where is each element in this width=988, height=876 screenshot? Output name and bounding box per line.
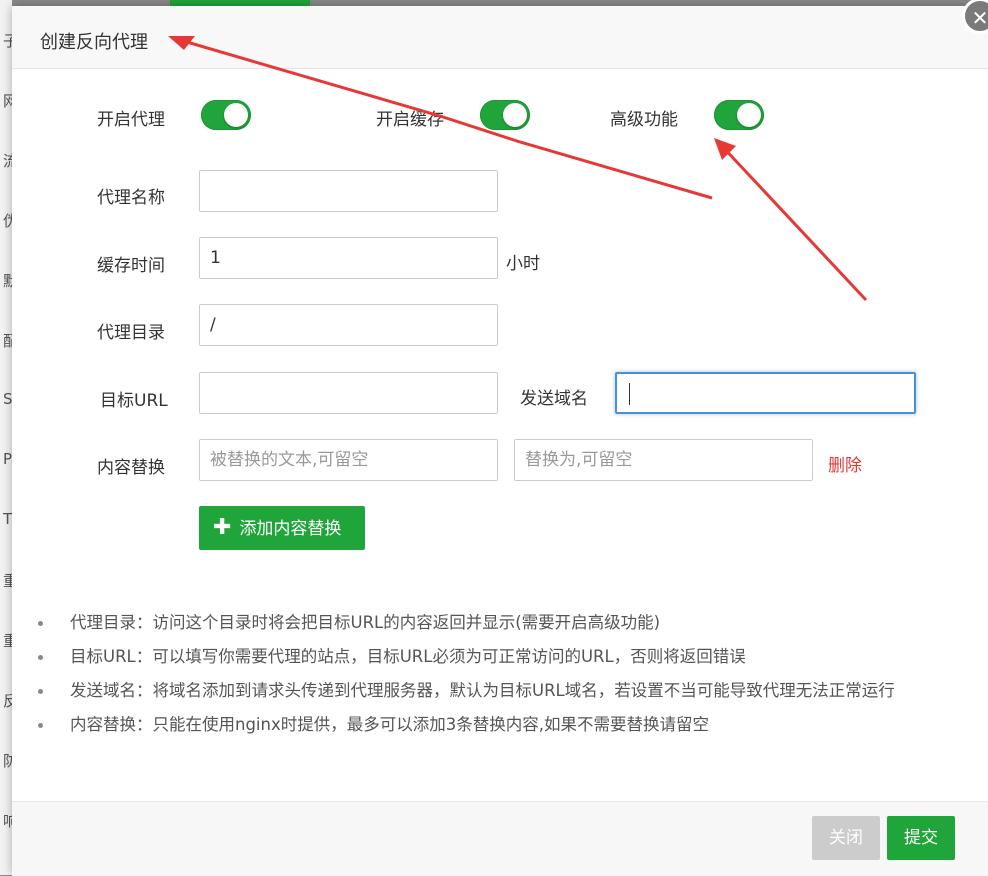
bg-char: P xyxy=(3,450,13,468)
plus-icon: ✚ xyxy=(213,515,232,540)
dialog-header: 创建反向代理 xyxy=(12,6,988,69)
text-caret xyxy=(629,383,630,405)
switch-knob xyxy=(503,103,527,127)
toggle-label-advanced: 高级功能 xyxy=(610,110,678,130)
cache-time-unit: 小时 xyxy=(506,254,540,274)
help-list: 代理目录：访问这个目录时将会把目标URL的内容返回并显示(需要开启高级功能) 目… xyxy=(34,606,964,742)
enable-proxy-switch[interactable] xyxy=(201,100,251,130)
replace-to-placeholder: 替换为,可留空 xyxy=(525,450,633,470)
proxy-dir-label: 代理目录 xyxy=(97,323,165,343)
help-item: 代理目录：访问这个目录时将会把目标URL的内容返回并显示(需要开启高级功能) xyxy=(34,606,964,640)
background-page-strip: 子 网 流 伪 默 配 S P T 重 重 反 防 响 xyxy=(0,0,18,875)
target-url-label: 目标URL xyxy=(100,391,168,411)
close-button[interactable]: 关闭 xyxy=(812,816,880,860)
advanced-feature-switch[interactable] xyxy=(714,100,764,130)
replace-to-input[interactable]: 替换为,可留空 xyxy=(514,439,813,481)
help-item: 目标URL：可以填写你需要代理的站点，目标URL必须为可正常访问的URL，否则将… xyxy=(34,640,964,674)
submit-button[interactable]: 提交 xyxy=(887,816,955,860)
proxy-name-input[interactable] xyxy=(199,170,498,212)
add-content-replace-button[interactable]: ✚ 添加内容替换 xyxy=(199,506,365,550)
send-domain-input[interactable] xyxy=(615,372,916,414)
help-item: 内容替换：只能在使用nginx时提供，最多可以添加3条替换内容,如果不需要替换请… xyxy=(34,708,964,742)
target-url-input[interactable] xyxy=(199,372,498,414)
cache-time-input[interactable]: 1 xyxy=(199,237,498,279)
send-domain-label: 发送域名 xyxy=(520,389,588,409)
dialog-footer: 关闭 提交 xyxy=(12,801,988,876)
dialog-title: 创建反向代理 xyxy=(40,32,148,53)
enable-cache-switch[interactable] xyxy=(480,100,530,130)
proxy-name-label: 代理名称 xyxy=(97,188,165,208)
cache-time-label: 缓存时间 xyxy=(97,256,165,276)
bg-char: T xyxy=(3,510,13,528)
switch-knob xyxy=(224,103,248,127)
create-reverse-proxy-dialog: 创建反向代理 ✕ 开启代理 开启缓存 高级功能 代理名称 缓存时间 1 小时 代… xyxy=(12,0,988,876)
proxy-dir-input[interactable]: / xyxy=(199,304,498,346)
toggle-label-enable-proxy: 开启代理 xyxy=(97,110,165,130)
replace-from-input[interactable]: 被替换的文本,可留空 xyxy=(199,439,498,481)
switch-knob xyxy=(737,103,761,127)
toggle-label-enable-cache: 开启缓存 xyxy=(376,110,444,130)
replace-from-placeholder: 被替换的文本,可留空 xyxy=(210,450,369,470)
content-replace-label: 内容替换 xyxy=(97,458,165,478)
delete-replace-link[interactable]: 删除 xyxy=(828,451,862,476)
help-item: 发送域名：将域名添加到请求头传递到代理服务器，默认为目标URL域名，若设置不当可… xyxy=(34,674,964,708)
add-content-replace-label: 添加内容替换 xyxy=(239,519,342,539)
